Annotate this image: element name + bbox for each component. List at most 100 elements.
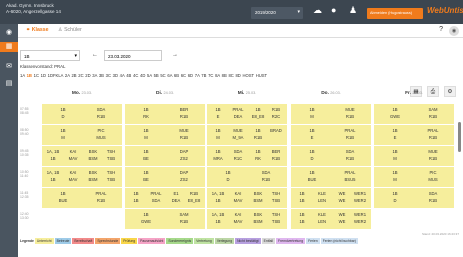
lesson-field: TSH (271, 212, 281, 217)
notification-icon[interactable]: ♟ (349, 6, 357, 15)
lesson-field: R1B (179, 135, 189, 140)
class-select[interactable]: 1B ▾ (20, 50, 80, 61)
lesson-cell[interactable]: 1B SAM GWE R1B (374, 104, 454, 124)
lesson-cell[interactable]: 1B SDA D R1B (207, 167, 287, 187)
lesson-field: R2C (271, 114, 281, 119)
tab-klasse[interactable]: ⚭ Klasse (26, 27, 49, 33)
lesson-field: PRAL (344, 170, 356, 175)
day-header: Fr. 27.03. (374, 91, 454, 101)
class-links[interactable]: 1C 1D 1DFKLA 2A 2B 2C 2D 3A 3B 3C 3D 4A … (34, 73, 267, 78)
next-week-button[interactable]: → (170, 50, 180, 61)
date-value: 23.03.2020 (108, 54, 131, 59)
legend-item: Nicht bestätigt (235, 238, 261, 244)
lesson-field: PIC (97, 128, 105, 133)
lesson-cell[interactable]: 1B SDA 1B BER MRA R1C RK R1B (207, 146, 287, 166)
lesson-cell[interactable]: 1B MUE M R1B (374, 146, 454, 166)
tab-schueler[interactable]: ♙ Schüler (58, 27, 82, 33)
previous-week-button[interactable]: ← (90, 50, 100, 61)
lesson-cell[interactable]: 1B SDA D R1B (291, 146, 371, 166)
last-updated: Stand: 20.03.2020 16:23:37 (421, 232, 459, 236)
lesson-field: 1B (143, 149, 149, 154)
lesson-field: TSH (271, 191, 281, 196)
lesson-cell[interactable]: 1B KLE WE WER1 1B LEN WE WER2 (291, 209, 371, 229)
chat-icon[interactable]: ● (331, 6, 336, 15)
lesson-cell[interactable]: 1B SDA D R1B (42, 104, 122, 124)
lesson-cell[interactable]: 1B PRAL 1B R1B E DEA E8_E8 R2C (207, 104, 287, 124)
lesson-field: MUE (345, 107, 355, 112)
lesson-field: PRAL (232, 107, 244, 112)
lesson-cell[interactable]: 1A, 1B KAI BSK TSH 1B MAV BSM TSB (42, 167, 122, 187)
messages-icon[interactable]: ✉ (4, 62, 14, 72)
lesson-field: 1B (309, 149, 315, 154)
lesson-field: MUE (428, 149, 438, 154)
school-year-select[interactable]: 2019/2020 ▾ (251, 7, 303, 19)
lesson-field: 1B (143, 128, 149, 133)
lesson-field: SDA (261, 170, 271, 175)
date-input[interactable]: 23.03.2020 (104, 50, 162, 61)
lesson-cell[interactable]: 1A, 1B KAI BSK TSH 1B MAV BSM TSB (42, 146, 122, 166)
lesson-cell[interactable]: 1B PIC M MUS (374, 167, 454, 187)
lesson-field: MUS (428, 177, 438, 182)
lesson-field: SDA (345, 149, 355, 154)
lesson-field: M_9A (232, 135, 244, 140)
lesson-cell[interactable]: 1B SDA D R1B (374, 188, 454, 208)
legend-item: Ferien (306, 238, 320, 244)
grid-scrollbar[interactable] (458, 122, 461, 152)
lesson-cell[interactable]: 1B PRAL BUE R1B (42, 188, 122, 208)
lesson-field: 1A, 1B (211, 191, 225, 196)
lesson-field: E8_E8 (187, 198, 201, 203)
lesson-field: 1B (143, 170, 149, 175)
lesson-field: MUS (96, 135, 106, 140)
lesson-cell[interactable]: 1B PRAL E R1B (291, 125, 371, 145)
timetable-icon[interactable]: ▦ (0, 42, 18, 52)
help-icon[interactable]: ? (439, 26, 443, 33)
lesson-field: DAP (179, 170, 189, 175)
lesson-cell[interactable]: 1B DAP BE ZS2 (125, 167, 205, 187)
eye-icon[interactable]: ◉ (449, 26, 459, 36)
dashboard-icon[interactable]: ◉ (4, 28, 14, 38)
lesson-cell[interactable]: 1B PRAL E R1B (374, 125, 454, 145)
lesson-field: 1B (392, 128, 398, 133)
lesson-cell[interactable]: 1A, 1B KAI BSK TSH 1B MAV BSM TSB (207, 209, 287, 229)
lesson-field: MAV (233, 198, 243, 203)
cloud-upload-icon[interactable]: ☁ (313, 6, 322, 15)
day-date: 25.03. (245, 91, 257, 95)
lesson-field: MAV (233, 219, 243, 224)
lesson-cell[interactable]: 1B BER RK R1B (125, 104, 205, 124)
lesson-cell[interactable]: 1B MUE M R1B (291, 104, 371, 124)
lesson-field: BUE (307, 177, 317, 182)
lesson-cell[interactable]: 1B MUE 1B BRAD M M_9A R1B (207, 125, 287, 145)
time-slot: 09:45 10:35 (20, 149, 36, 157)
lesson-field: 1B (50, 156, 56, 161)
lesson-cell[interactable]: 1B PRAL BUE BSU5 (291, 167, 371, 187)
lesson-cell[interactable]: 1B DAP BE ZS2 (125, 146, 205, 166)
class-list: 1A 1B 1C 1D 1DFKLA 2A 2B 2C 2D 3A 3B 3C … (20, 73, 267, 78)
time-label: 11:40 (20, 174, 29, 178)
lesson-field: 1B (215, 128, 221, 133)
class-link[interactable]: 1A (20, 73, 25, 78)
legend-item: Verlegung (214, 238, 235, 244)
lesson-cell[interactable]: 1B PRAL E1 R1B 1B SDA DEA E8_E8 (125, 188, 205, 208)
logout-button[interactable]: Abmelden (Hugostrauss) (367, 8, 423, 19)
lesson-cell[interactable]: 1B MUE M R1B (125, 125, 205, 145)
lesson-field: KLE (318, 191, 326, 196)
lesson-field: R1C (233, 156, 243, 161)
lesson-field: M (310, 114, 314, 119)
lesson-field: SDA (233, 149, 243, 154)
lesson-cell[interactable]: 1B SAM GWE R1B (125, 209, 205, 229)
book-icon[interactable]: ▤ (4, 79, 14, 89)
class-link-current[interactable]: 1B (27, 73, 32, 78)
time-label: 08:45 (20, 111, 29, 115)
lesson-field: R1B (345, 135, 355, 140)
school-year-value: 2019/2020 (255, 10, 276, 15)
lesson-cell[interactable]: 1B KLE WE WER1 1B LEN WE WER2 (291, 188, 371, 208)
day-header: Mi. 25.03. (207, 91, 287, 101)
lesson-field: TSH (106, 170, 116, 175)
lesson-cell[interactable]: 1A, 1B KAI BSK TSH 1B MAV BSM TSB (207, 188, 287, 208)
lesson-field: R1B (261, 177, 271, 182)
tab-schueler-label: Schüler (64, 27, 82, 33)
lesson-field: BE (143, 177, 149, 182)
lesson-field: R1B (179, 114, 189, 119)
lesson-field: PRAL (95, 191, 107, 196)
lesson-cell[interactable]: 1B PIC M MUS (42, 125, 122, 145)
